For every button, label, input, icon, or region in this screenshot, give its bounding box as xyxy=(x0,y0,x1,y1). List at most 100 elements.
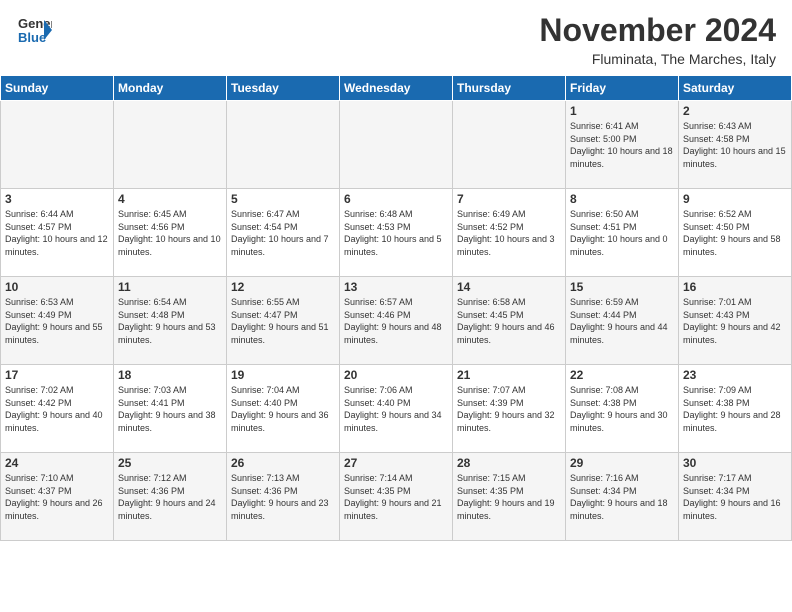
day-number: 13 xyxy=(344,280,448,294)
day-number: 8 xyxy=(570,192,674,206)
day-info: Sunrise: 7:12 AM Sunset: 4:36 PM Dayligh… xyxy=(118,472,222,522)
calendar-cell: 23Sunrise: 7:09 AM Sunset: 4:38 PM Dayli… xyxy=(679,365,792,453)
day-number: 10 xyxy=(5,280,109,294)
calendar-cell: 26 Sunrise: 7:13 AM Sunset: 4:36 PM Dayli… xyxy=(227,453,340,541)
weekday-header-monday: Monday xyxy=(114,76,227,101)
weekday-header-tuesday: Tuesday xyxy=(227,76,340,101)
calendar-cell xyxy=(340,101,453,189)
calendar-cell xyxy=(1,101,114,189)
day-number: 21 xyxy=(457,368,561,382)
day-number: 22 xyxy=(570,368,674,382)
calendar-cell: 9 Sunrise: 6:52 AM Sunset: 4:50 PM Daylig… xyxy=(679,189,792,277)
weekday-header-saturday: Saturday xyxy=(679,76,792,101)
day-info: Sunrise: 6:45 AM Sunset: 4:56 PM Dayligh… xyxy=(118,208,222,258)
day-number: 24 xyxy=(5,456,109,470)
calendar-cell: 24Sunrise: 7:10 AM Sunset: 4:37 PM Dayli… xyxy=(1,453,114,541)
day-number: 11 xyxy=(118,280,222,294)
calendar-cell: 27Sunrise: 7:14 AM Sunset: 4:35 PM Dayli… xyxy=(340,453,453,541)
day-info: Sunrise: 6:49 AM Sunset: 4:52 PM Dayligh… xyxy=(457,208,561,258)
day-number: 14 xyxy=(457,280,561,294)
day-info: Sunrise: 7:04 AM Sunset: 4:40 PM Dayligh… xyxy=(231,384,335,434)
day-number: 30 xyxy=(683,456,787,470)
day-number: 2 xyxy=(683,104,787,118)
day-number: 9 xyxy=(683,192,787,206)
svg-text:Blue: Blue xyxy=(18,30,46,45)
day-number: 19 xyxy=(231,368,335,382)
calendar-cell: 21Sunrise: 7:07 AM Sunset: 4:39 PM Dayli… xyxy=(453,365,566,453)
calendar-cell: 17 Sunrise: 7:02 AM Sunset: 4:42 PM Dayli… xyxy=(1,365,114,453)
calendar-cell: 29Sunrise: 7:16 AM Sunset: 4:34 PM Dayli… xyxy=(566,453,679,541)
calendar-cell: 16Sunrise: 7:01 AM Sunset: 4:43 PM Dayli… xyxy=(679,277,792,365)
weekday-header-friday: Friday xyxy=(566,76,679,101)
week-row-1: 3 Sunrise: 6:44 AM Sunset: 4:57 PM Daylig… xyxy=(1,189,792,277)
calendar-cell: 7 Sunrise: 6:49 AM Sunset: 4:52 PM Daylig… xyxy=(453,189,566,277)
calendar-cell: 13 Sunrise: 6:57 AM Sunset: 4:46 PM Dayli… xyxy=(340,277,453,365)
day-number: 27 xyxy=(344,456,448,470)
day-info: Sunrise: 6:41 AM Sunset: 5:00 PM Dayligh… xyxy=(570,120,674,170)
calendar-cell: 10 Sunrise: 6:53 AM Sunset: 4:49 PM Dayli… xyxy=(1,277,114,365)
day-info: Sunrise: 6:43 AM Sunset: 4:58 PM Dayligh… xyxy=(683,120,787,170)
calendar-cell: 14 Sunrise: 6:58 AM Sunset: 4:45 PM Dayli… xyxy=(453,277,566,365)
day-info: Sunrise: 6:44 AM Sunset: 4:57 PM Dayligh… xyxy=(5,208,109,258)
calendar-cell xyxy=(114,101,227,189)
calendar-cell xyxy=(453,101,566,189)
day-number: 17 xyxy=(5,368,109,382)
day-info: Sunrise: 7:08 AM Sunset: 4:38 PM Dayligh… xyxy=(570,384,674,434)
day-info: Sunrise: 6:59 AM Sunset: 4:44 PM Dayligh… xyxy=(570,296,674,346)
calendar-cell: 1 Sunrise: 6:41 AM Sunset: 5:00 PM Daylig… xyxy=(566,101,679,189)
day-number: 20 xyxy=(344,368,448,382)
weekday-header-thursday: Thursday xyxy=(453,76,566,101)
day-number: 5 xyxy=(231,192,335,206)
day-info: Sunrise: 7:02 AM Sunset: 4:42 PM Dayligh… xyxy=(5,384,109,434)
logo-icon: General Blue xyxy=(16,12,52,48)
day-info: Sunrise: 6:52 AM Sunset: 4:50 PM Dayligh… xyxy=(683,208,787,258)
day-number: 4 xyxy=(118,192,222,206)
day-number: 12 xyxy=(231,280,335,294)
calendar-cell: 12 Sunrise: 6:55 AM Sunset: 4:47 PM Dayli… xyxy=(227,277,340,365)
month-year: November 2024 xyxy=(539,12,776,49)
day-info: Sunrise: 7:06 AM Sunset: 4:40 PM Dayligh… xyxy=(344,384,448,434)
calendar-cell: 18Sunrise: 7:03 AM Sunset: 4:41 PM Dayli… xyxy=(114,365,227,453)
calendar-cell: 25 Sunrise: 7:12 AM Sunset: 4:36 PM Dayli… xyxy=(114,453,227,541)
calendar-cell: 6 Sunrise: 6:48 AM Sunset: 4:53 PM Daylig… xyxy=(340,189,453,277)
day-number: 6 xyxy=(344,192,448,206)
day-number: 7 xyxy=(457,192,561,206)
day-number: 26 xyxy=(231,456,335,470)
day-info: Sunrise: 6:55 AM Sunset: 4:47 PM Dayligh… xyxy=(231,296,335,346)
calendar-cell: 2 Sunrise: 6:43 AM Sunset: 4:58 PM Daylig… xyxy=(679,101,792,189)
week-row-0: 1 Sunrise: 6:41 AM Sunset: 5:00 PM Daylig… xyxy=(1,101,792,189)
day-info: Sunrise: 7:15 AM Sunset: 4:35 PM Dayligh… xyxy=(457,472,561,522)
title-block: November 2024 Fluminata, The Marches, It… xyxy=(539,12,776,67)
header: General Blue November 2024 Fluminata, Th… xyxy=(0,0,792,75)
day-number: 23 xyxy=(683,368,787,382)
calendar-cell: 11 Sunrise: 6:54 AM Sunset: 4:48 PM Dayli… xyxy=(114,277,227,365)
day-number: 18 xyxy=(118,368,222,382)
day-number: 1 xyxy=(570,104,674,118)
day-info: Sunrise: 6:57 AM Sunset: 4:46 PM Dayligh… xyxy=(344,296,448,346)
day-number: 28 xyxy=(457,456,561,470)
calendar-cell: 4 Sunrise: 6:45 AM Sunset: 4:56 PM Daylig… xyxy=(114,189,227,277)
day-info: Sunrise: 6:48 AM Sunset: 4:53 PM Dayligh… xyxy=(344,208,448,258)
calendar-cell: 3 Sunrise: 6:44 AM Sunset: 4:57 PM Daylig… xyxy=(1,189,114,277)
calendar-cell: 19 Sunrise: 7:04 AM Sunset: 4:40 PM Dayli… xyxy=(227,365,340,453)
location: Fluminata, The Marches, Italy xyxy=(539,51,776,67)
weekday-header-row: SundayMondayTuesdayWednesdayThursdayFrid… xyxy=(1,76,792,101)
day-number: 15 xyxy=(570,280,674,294)
weekday-header-wednesday: Wednesday xyxy=(340,76,453,101)
day-number: 3 xyxy=(5,192,109,206)
week-row-3: 17 Sunrise: 7:02 AM Sunset: 4:42 PM Dayli… xyxy=(1,365,792,453)
day-info: Sunrise: 7:13 AM Sunset: 4:36 PM Dayligh… xyxy=(231,472,335,522)
calendar-cell: 28 Sunrise: 7:15 AM Sunset: 4:35 PM Dayli… xyxy=(453,453,566,541)
calendar-cell xyxy=(227,101,340,189)
week-row-4: 24Sunrise: 7:10 AM Sunset: 4:37 PM Dayli… xyxy=(1,453,792,541)
day-number: 29 xyxy=(570,456,674,470)
day-info: Sunrise: 6:58 AM Sunset: 4:45 PM Dayligh… xyxy=(457,296,561,346)
calendar-cell: 20 Sunrise: 7:06 AM Sunset: 4:40 PM Dayli… xyxy=(340,365,453,453)
day-info: Sunrise: 6:54 AM Sunset: 4:48 PM Dayligh… xyxy=(118,296,222,346)
calendar-cell: 8Sunrise: 6:50 AM Sunset: 4:51 PM Daylig… xyxy=(566,189,679,277)
day-number: 25 xyxy=(118,456,222,470)
day-info: Sunrise: 6:53 AM Sunset: 4:49 PM Dayligh… xyxy=(5,296,109,346)
weekday-header-sunday: Sunday xyxy=(1,76,114,101)
calendar-cell: 30Sunrise: 7:17 AM Sunset: 4:34 PM Dayli… xyxy=(679,453,792,541)
week-row-2: 10 Sunrise: 6:53 AM Sunset: 4:49 PM Dayli… xyxy=(1,277,792,365)
